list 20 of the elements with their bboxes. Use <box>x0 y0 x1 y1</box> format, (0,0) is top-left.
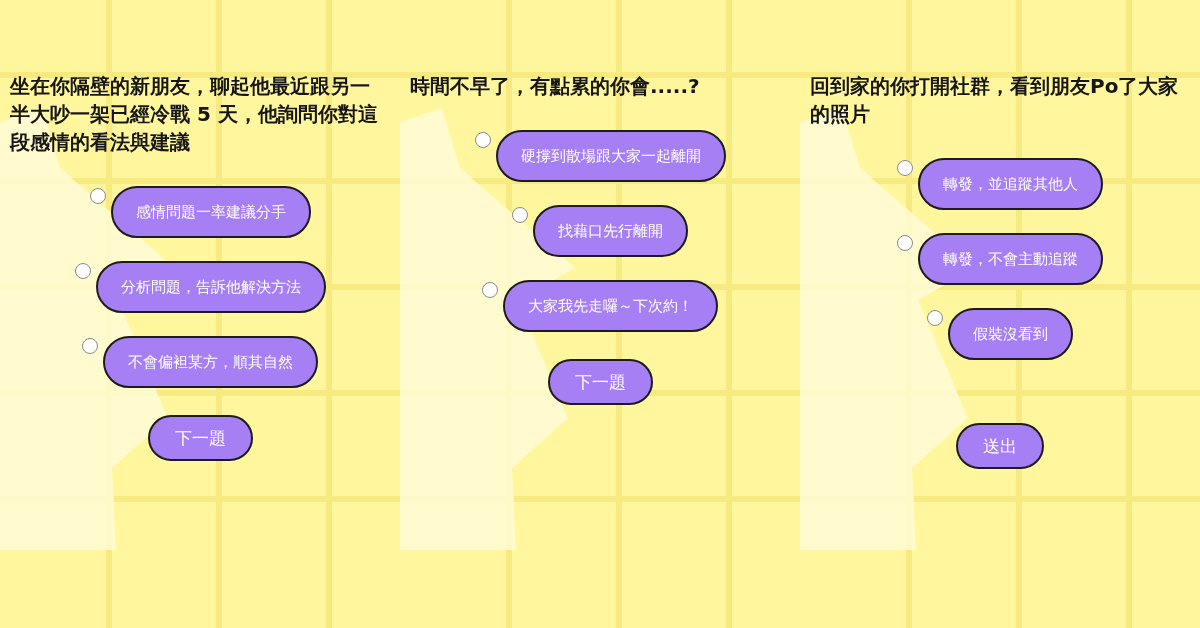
radio-button[interactable] <box>897 160 913 176</box>
next-button[interactable]: 下一題 <box>147 415 253 461</box>
radio-button[interactable] <box>927 310 943 326</box>
answer-option[interactable]: 分析問題，告訴他解決方法 <box>95 261 326 313</box>
answer-option[interactable]: 不會偏袒某方，順其自然 <box>103 336 318 388</box>
radio-button[interactable] <box>512 207 528 223</box>
answer-option[interactable]: 大家我先走囉～下次約！ <box>503 280 718 332</box>
answer-option[interactable]: 假裝沒看到 <box>948 308 1073 360</box>
next-button[interactable]: 下一題 <box>547 359 653 405</box>
question-text: 坐在你隔壁的新朋友，聊起他最近跟另一半大吵一架已經冷戰 5 天，他詢問你對這段感情的看法與建議 <box>10 73 379 156</box>
answer-option[interactable]: 轉發，不會主動追蹤 <box>918 233 1103 285</box>
answer-option[interactable]: 硬撐到散場跟大家一起離開 <box>495 130 726 182</box>
answer-option[interactable]: 找藉口先行離開 <box>533 205 688 257</box>
question-text: 時間不早了，有點累的你會.....? <box>410 73 701 100</box>
submit-button[interactable]: 送出 <box>956 423 1044 469</box>
radio-button[interactable] <box>474 132 491 148</box>
radio-button[interactable] <box>89 188 106 204</box>
question-text: 回到家的你打開社群，看到朋友Po了大家的照片 <box>810 73 1180 128</box>
answer-option[interactable]: 感情問題一率建議分手 <box>110 186 311 238</box>
answer-option[interactable]: 轉發，並追蹤其他人 <box>918 158 1103 210</box>
